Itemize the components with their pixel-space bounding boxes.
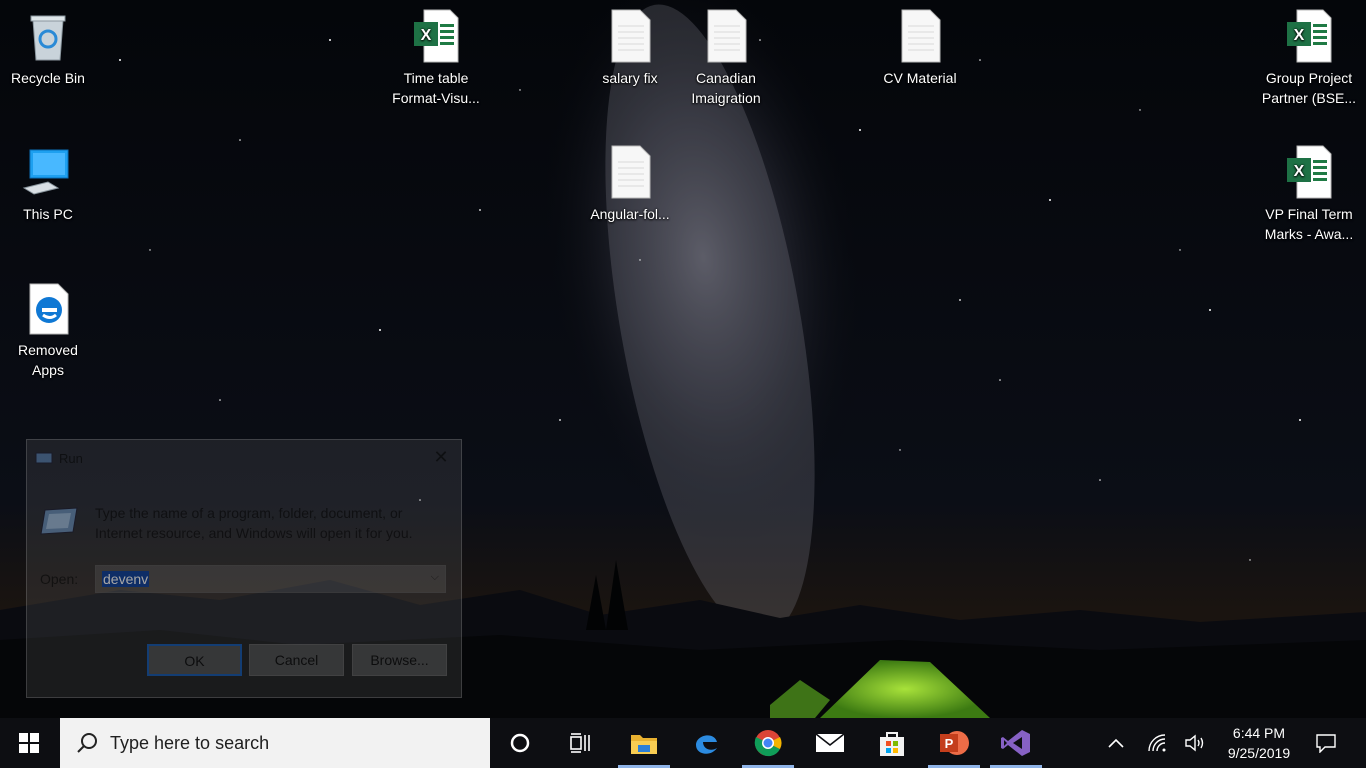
excel-file-icon: X: [1287, 9, 1332, 63]
system-clock[interactable]: 6:44 PM 9/25/2019: [1216, 723, 1302, 763]
desktop-icon-time-table[interactable]: X Time table Format-Visu...: [388, 8, 484, 108]
this-pc-icon: [22, 149, 69, 195]
text-file-icon: [611, 145, 651, 199]
svg-text:X: X: [421, 27, 432, 44]
task-view-button[interactable]: [550, 718, 610, 768]
desktop-icon-cv-material[interactable]: CV Material: [872, 8, 968, 88]
store-button[interactable]: [862, 718, 922, 768]
visual-studio-button[interactable]: [986, 718, 1046, 768]
desktop-icon-label: Recycle Bin: [11, 70, 85, 86]
cortana-icon: [510, 733, 530, 753]
desktop-icon-group-project[interactable]: X Group Project Partner (BSE...: [1260, 8, 1358, 108]
svg-text:X: X: [1294, 27, 1305, 44]
wifi-icon: [1148, 734, 1166, 752]
open-input[interactable]: devenv ⌵: [95, 565, 446, 593]
desktop-icon-label: CV Material: [883, 70, 957, 86]
desktop-icon-label: Angular-fol...: [590, 206, 670, 222]
chrome-button[interactable]: [738, 718, 798, 768]
mail-icon: [815, 733, 845, 752]
powerpoint-icon: P: [940, 731, 969, 755]
chevron-down-icon[interactable]: ⌵: [431, 571, 439, 584]
run-dialog-message: Type the name of a program, folder, docu…: [95, 505, 413, 541]
clock-time: 6:44 PM: [1232, 725, 1286, 741]
text-file-icon: [901, 9, 941, 63]
desktop-icon-angular-fol[interactable]: Angular-fol...: [582, 144, 678, 224]
visual-studio-icon: [1001, 730, 1030, 756]
start-button[interactable]: [0, 718, 58, 768]
store-icon: [880, 732, 904, 756]
show-hidden-icons-button[interactable]: [1100, 718, 1132, 768]
edge-icon: [696, 735, 717, 754]
excel-file-icon: X: [1287, 145, 1332, 199]
run-dialog-titlebar: Run: [35, 448, 83, 468]
volume-button[interactable]: [1180, 718, 1210, 768]
ok-button[interactable]: OK: [147, 644, 242, 676]
desktop-icon-canadian-imaigration[interactable]: Canadian Imaigration: [678, 8, 774, 108]
action-center-button[interactable]: [1306, 718, 1346, 768]
edge-file-icon: [29, 283, 69, 335]
cancel-button[interactable]: Cancel: [249, 644, 344, 676]
powerpoint-button[interactable]: P: [924, 718, 984, 768]
mail-button[interactable]: [800, 718, 860, 768]
desktop-icon-vp-final-term[interactable]: X VP Final Term Marks - Awa...: [1260, 144, 1358, 244]
taskbar: Type here to search P 6:44 PM 9/25/2019: [0, 718, 1366, 768]
desktop-icon-salary-fix[interactable]: salary fix: [582, 8, 678, 88]
task-view-icon: [570, 733, 590, 753]
desktop-icon-label: salary fix: [602, 70, 658, 86]
run-program-icon: [40, 507, 78, 535]
desktop-icon-label: Group Project Partner (BSE...: [1261, 70, 1357, 106]
desktop-icon-recycle-bin[interactable]: Recycle Bin: [0, 8, 96, 88]
svg-text:X: X: [1294, 163, 1305, 180]
svg-text:P: P: [945, 736, 954, 751]
desktop-icon-label: Removed Apps: [18, 342, 78, 378]
browse-button[interactable]: Browse...: [352, 644, 447, 676]
close-icon[interactable]: ✕: [429, 446, 453, 470]
chrome-icon: [754, 730, 782, 757]
search-placeholder: Type here to search: [110, 732, 270, 753]
windows-logo-icon: [19, 733, 39, 753]
desktop-icon-label: Canadian Imaigration: [691, 70, 761, 106]
desktop-icon-label: This PC: [23, 206, 73, 222]
cortana-button[interactable]: [490, 718, 550, 768]
desktop-icon-this-pc[interactable]: This PC: [0, 144, 96, 224]
search-icon: [77, 733, 97, 753]
speaker-icon: [1185, 734, 1204, 752]
desktop-icon-removed-apps[interactable]: Removed Apps: [0, 280, 96, 380]
excel-file-icon: X: [414, 9, 459, 63]
text-file-icon: [707, 9, 747, 63]
network-button[interactable]: [1142, 718, 1172, 768]
desktop-icon-label: Time table Format-Visu...: [392, 70, 480, 106]
file-explorer-icon: [631, 735, 657, 754]
notification-icon: [1316, 734, 1336, 753]
chevron-up-icon: [1108, 738, 1124, 748]
open-label: Open:: [40, 571, 79, 587]
run-dialog[interactable]: Run ✕ Type the name of a program, folder…: [26, 439, 462, 698]
edge-button[interactable]: [676, 718, 736, 768]
run-dialog-title: Run: [59, 450, 83, 466]
taskbar-search-box[interactable]: Type here to search: [60, 718, 490, 768]
open-input-value: devenv: [102, 571, 150, 587]
file-explorer-button[interactable]: [614, 718, 674, 768]
recycle-bin-icon: [30, 15, 66, 61]
text-file-icon: [611, 9, 651, 63]
desktop-icon-label: VP Final Term Marks - Awa...: [1264, 206, 1354, 242]
run-icon: [35, 452, 53, 464]
clock-date: 9/25/2019: [1227, 745, 1291, 761]
